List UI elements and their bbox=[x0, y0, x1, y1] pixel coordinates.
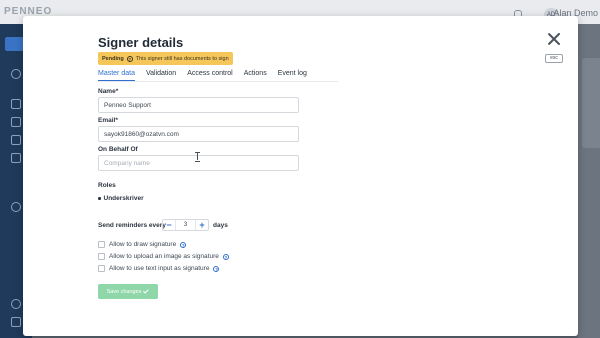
info-icon: ? bbox=[126, 55, 133, 62]
email-label: Email* bbox=[98, 117, 118, 124]
modal-title: Signer details bbox=[98, 35, 184, 50]
help-icon[interactable] bbox=[11, 299, 21, 309]
reminders-unit: days bbox=[213, 222, 228, 229]
tab-master-data[interactable]: Master data bbox=[98, 70, 135, 81]
draw-signature-label[interactable]: Allow to draw signature bbox=[109, 241, 176, 248]
compass-icon[interactable] bbox=[11, 69, 21, 79]
reminder-value[interactable]: 3 bbox=[175, 220, 196, 230]
tab-validation[interactable]: Validation bbox=[146, 70, 176, 81]
roles-label: Roles bbox=[98, 182, 116, 189]
status-badge: Pending ? This signer still has document… bbox=[98, 52, 233, 65]
esc-hint: esc bbox=[545, 54, 563, 63]
reminders-label: Send reminders every bbox=[98, 222, 166, 229]
text-signature-label[interactable]: Allow to use text input as signature bbox=[109, 265, 209, 272]
help-icon[interactable]: ? bbox=[180, 241, 187, 248]
gear-icon[interactable] bbox=[11, 202, 21, 212]
tab-actions[interactable]: Actions bbox=[244, 70, 267, 81]
text-signature-checkbox[interactable] bbox=[98, 265, 105, 272]
app-card bbox=[582, 58, 600, 148]
status-message: This signer still has documents to sign bbox=[135, 55, 229, 62]
signer-details-modal: Signer details esc Pending ? This signer… bbox=[23, 16, 578, 336]
on-behalf-of-label: On Behalf Of bbox=[98, 146, 138, 153]
help-icon[interactable]: ? bbox=[213, 265, 220, 272]
role-name: Underskriver bbox=[103, 195, 144, 202]
option-text-signature: Allow to use text input as signature ? bbox=[98, 265, 220, 272]
save-label: Save changes bbox=[106, 288, 142, 295]
tab-divider bbox=[98, 81, 338, 82]
status-label: Pending bbox=[102, 55, 124, 62]
role-item: Underskriver bbox=[98, 195, 144, 202]
briefcase-icon[interactable] bbox=[11, 99, 21, 109]
tab-access-control[interactable]: Access control bbox=[187, 70, 233, 81]
draw-signature-checkbox[interactable] bbox=[98, 241, 105, 248]
name-input[interactable] bbox=[98, 97, 299, 113]
upload-signature-label[interactable]: Allow to upload an image as signature bbox=[109, 253, 219, 260]
tab-event-log[interactable]: Event log bbox=[278, 70, 307, 81]
bullet bbox=[98, 197, 101, 200]
email-input[interactable] bbox=[98, 126, 299, 142]
reminder-stepper: − 3 + bbox=[162, 219, 209, 231]
save-changes-button[interactable]: Save changes bbox=[98, 284, 158, 299]
contact-card-icon[interactable] bbox=[11, 135, 21, 145]
trash-icon[interactable] bbox=[11, 153, 21, 163]
name-label: Name* bbox=[98, 88, 119, 95]
option-draw-signature: Allow to draw signature ? bbox=[98, 241, 187, 248]
decrement-button[interactable]: − bbox=[163, 220, 175, 230]
increment-button[interactable]: + bbox=[196, 220, 208, 230]
document-icon[interactable] bbox=[11, 117, 21, 127]
settings-tools-icon[interactable] bbox=[11, 317, 21, 327]
tab-bar: Master data Validation Access control Ac… bbox=[98, 70, 318, 81]
help-icon[interactable]: ? bbox=[222, 253, 229, 260]
close-icon[interactable] bbox=[547, 32, 561, 46]
text-cursor-icon bbox=[194, 152, 200, 162]
upload-signature-checkbox[interactable] bbox=[98, 253, 105, 260]
option-upload-signature: Allow to upload an image as signature ? bbox=[98, 253, 229, 260]
check-icon bbox=[143, 287, 150, 294]
